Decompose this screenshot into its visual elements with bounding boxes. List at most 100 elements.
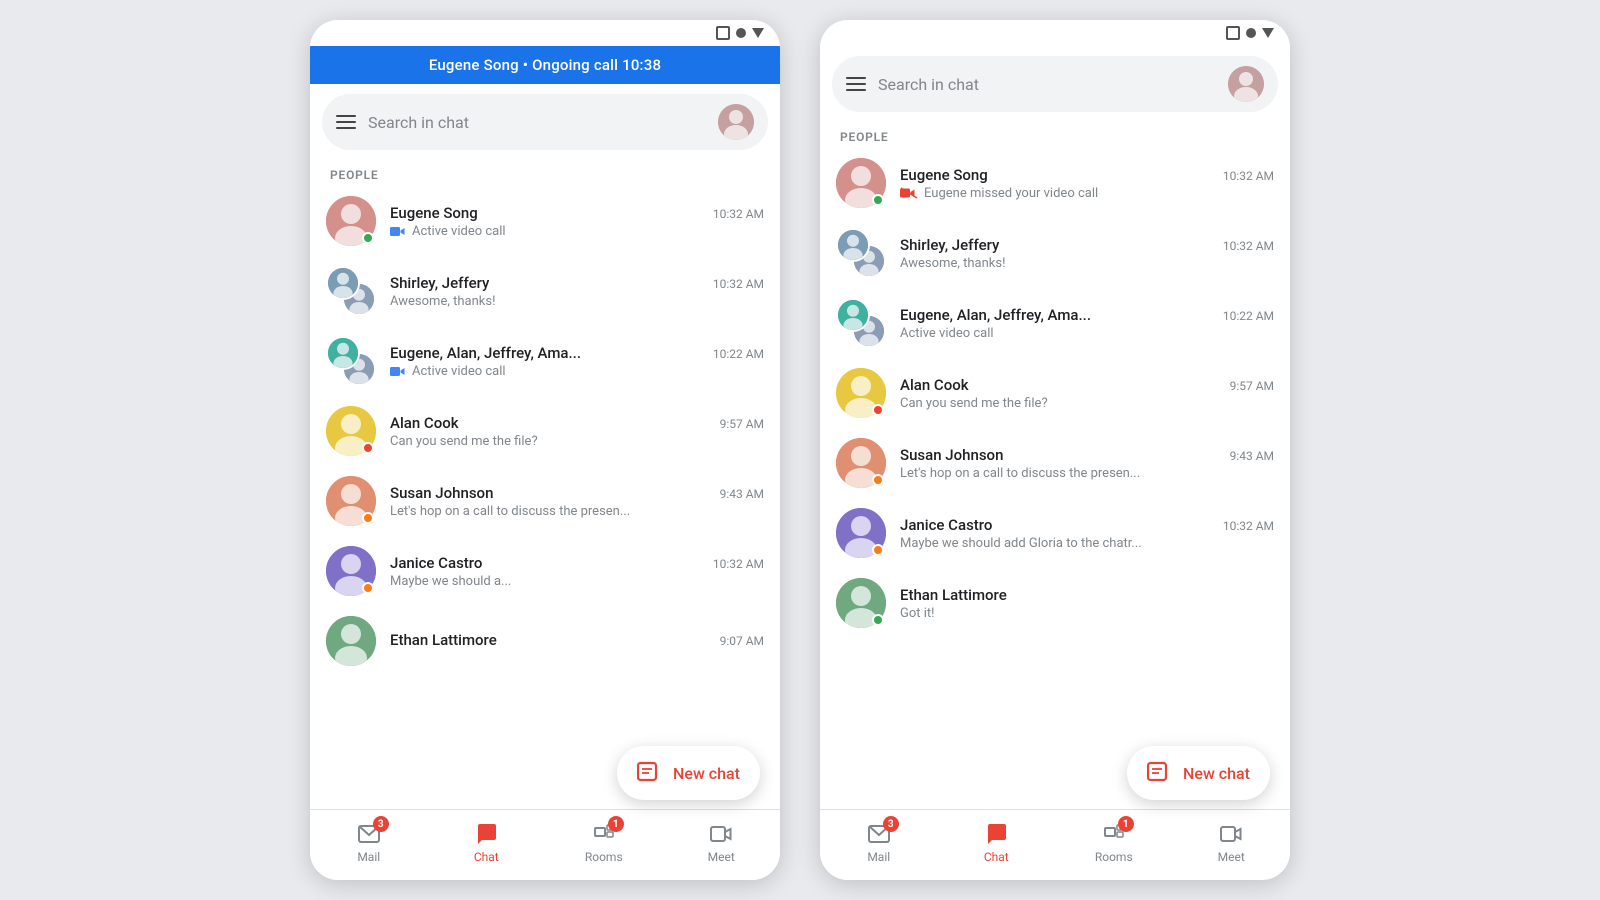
list-item[interactable]: Alan Cook 9:57 AM Can you send me the fi…: [310, 396, 780, 466]
wifi-icon: [736, 28, 746, 38]
chat-time: 9:43 AM: [1230, 449, 1274, 463]
search-input[interactable]: Search in chat: [368, 113, 706, 132]
list-item[interactable]: Ethan Lattimore Got it!: [820, 568, 1290, 638]
avatar-wrapper: [326, 196, 376, 246]
list-item[interactable]: Eugene, Alan, Jeffrey, Ama... 10:22 AM A…: [310, 326, 780, 396]
menu-button[interactable]: [336, 115, 356, 129]
bottom-nav: 3 Mail Chat 1 Rooms: [310, 809, 780, 880]
new-chat-button[interactable]: New chat: [617, 746, 760, 800]
preview-text: Maybe we should a...: [390, 574, 511, 589]
status-indicator: [362, 512, 374, 524]
chat-info: Eugene, Alan, Jeffrey, Ama... 10:22 AM A…: [900, 306, 1274, 341]
nav-item-rooms[interactable]: 1 Rooms: [1055, 816, 1173, 868]
chat-time: 9:43 AM: [720, 487, 764, 501]
chat-time: 9:07 AM: [720, 634, 764, 648]
list-item[interactable]: Eugene, Alan, Jeffrey, Ama... 10:22 AM A…: [820, 288, 1290, 358]
new-chat-icon: [1147, 760, 1173, 786]
nav-item-chat[interactable]: Chat: [938, 816, 1056, 868]
preview-text: Can you send me the file?: [390, 434, 538, 449]
chat-time: 10:32 AM: [1223, 239, 1274, 253]
nav-item-mail[interactable]: 3 Mail: [820, 816, 938, 868]
nav-label: Mail: [357, 850, 380, 864]
nav-item-rooms[interactable]: 1 Rooms: [545, 816, 663, 868]
signal-icon: [716, 26, 730, 40]
chat-name: Alan Cook: [900, 376, 969, 394]
chat-info: Janice Castro 10:32 AM Maybe we should a…: [900, 516, 1274, 551]
chat-top: Susan Johnson 9:43 AM: [390, 484, 764, 502]
nav-item-mail[interactable]: 3 Mail: [310, 816, 428, 868]
nav-item-meet[interactable]: Meet: [663, 816, 781, 868]
menu-button[interactable]: [846, 77, 866, 91]
chat-list: Eugene Song 10:32 AM Active video call: [310, 186, 780, 809]
nav-item-chat[interactable]: Chat: [428, 816, 546, 868]
status-bar: [820, 20, 1290, 46]
chat-top: Shirley, Jeffery 10:32 AM: [390, 274, 764, 292]
preview-text: Let's hop on a call to discuss the prese…: [900, 466, 1140, 481]
chat-time: 10:32 AM: [713, 207, 764, 221]
nav-label: Rooms: [1095, 850, 1133, 864]
chat-name: Shirley, Jeffery: [900, 236, 999, 254]
active-call-banner[interactable]: Eugene Song • Ongoing call 10:38: [310, 46, 780, 84]
chat-top: Ethan Lattimore: [900, 586, 1274, 604]
chat-preview: Can you send me the file?: [900, 396, 1274, 411]
chat-list: Eugene Song 10:32 AM Eugene missed your …: [820, 148, 1290, 809]
chat-time: 10:22 AM: [713, 347, 764, 361]
list-item[interactable]: Susan Johnson 9:43 AM Let's hop on a cal…: [310, 466, 780, 536]
nav-label: Chat: [474, 850, 499, 864]
chat-preview: Active video call: [900, 326, 1274, 341]
list-item[interactable]: Eugene Song 10:32 AM Active video call: [310, 186, 780, 256]
avatar: [326, 266, 376, 316]
avatar: [836, 298, 886, 348]
chat-preview: Maybe we should a...: [390, 574, 764, 589]
preview-text: Eugene missed your video call: [924, 186, 1098, 201]
list-item[interactable]: Ethan Lattimore 9:07 AM: [310, 606, 780, 676]
preview-text: Active video call: [412, 364, 506, 379]
preview-text: Active video call: [900, 326, 994, 341]
section-label: PEOPLE: [820, 122, 1290, 148]
chat-info: Ethan Lattimore 9:07 AM: [390, 631, 764, 651]
list-item[interactable]: Eugene Song 10:32 AM Eugene missed your …: [820, 148, 1290, 218]
list-item[interactable]: Janice Castro 10:32 AM Maybe we should a…: [820, 498, 1290, 568]
avatar: [326, 336, 376, 386]
chat-preview: Let's hop on a call to discuss the prese…: [390, 504, 764, 519]
chat-info: Eugene Song 10:32 AM Active video call: [390, 204, 764, 239]
search-bar[interactable]: Search in chat: [832, 56, 1278, 112]
search-input[interactable]: Search in chat: [878, 75, 1216, 94]
chat-top: Janice Castro 10:32 AM: [390, 554, 764, 572]
search-bar[interactable]: Search in chat: [322, 94, 768, 150]
user-avatar[interactable]: [718, 104, 754, 140]
new-chat-button[interactable]: New chat: [1127, 746, 1270, 800]
chat-info: Eugene Song 10:32 AM Eugene missed your …: [900, 166, 1274, 201]
rooms-icon: 1: [590, 820, 618, 848]
status-indicator: [872, 474, 884, 486]
chat-top: Eugene Song 10:32 AM: [390, 204, 764, 222]
chat-name: Ethan Lattimore: [900, 586, 1007, 604]
avatar-wrapper: [836, 158, 886, 208]
preview-text: Maybe we should add Gloria to the chatr.…: [900, 536, 1142, 551]
status-indicator: [362, 232, 374, 244]
chat-preview: Can you send me the file?: [390, 434, 764, 449]
list-item[interactable]: Janice Castro 10:32 AM Maybe we should a…: [310, 536, 780, 606]
list-item[interactable]: Shirley, Jeffery 10:32 AM Awesome, thank…: [820, 218, 1290, 288]
bottom-nav: 3 Mail Chat 1 Rooms: [820, 809, 1290, 880]
chat-preview: Awesome, thanks!: [390, 294, 764, 309]
preview-text: Can you send me the file?: [900, 396, 1048, 411]
chat-info: Shirley, Jeffery 10:32 AM Awesome, thank…: [390, 274, 764, 309]
new-chat-icon: [637, 760, 663, 786]
list-item[interactable]: Shirley, Jeffery 10:32 AM Awesome, thank…: [310, 256, 780, 326]
nav-label: Meet: [1218, 850, 1245, 864]
chat-preview: Eugene missed your video call: [900, 186, 1274, 201]
list-item[interactable]: Alan Cook 9:57 AM Can you send me the fi…: [820, 358, 1290, 428]
user-avatar[interactable]: [1228, 66, 1264, 102]
rooms-icon: 1: [1100, 820, 1128, 848]
avatar: [836, 228, 886, 278]
nav-item-meet[interactable]: Meet: [1173, 816, 1291, 868]
chat-name: Eugene, Alan, Jeffrey, Ama...: [900, 306, 1091, 324]
preview-text: Active video call: [412, 224, 506, 239]
chat-time: 10:22 AM: [1223, 309, 1274, 323]
chat-name: Ethan Lattimore: [390, 631, 497, 649]
nav-label: Chat: [984, 850, 1009, 864]
avatar: [326, 616, 376, 666]
nav-label: Meet: [708, 850, 735, 864]
list-item[interactable]: Susan Johnson 9:43 AM Let's hop on a cal…: [820, 428, 1290, 498]
